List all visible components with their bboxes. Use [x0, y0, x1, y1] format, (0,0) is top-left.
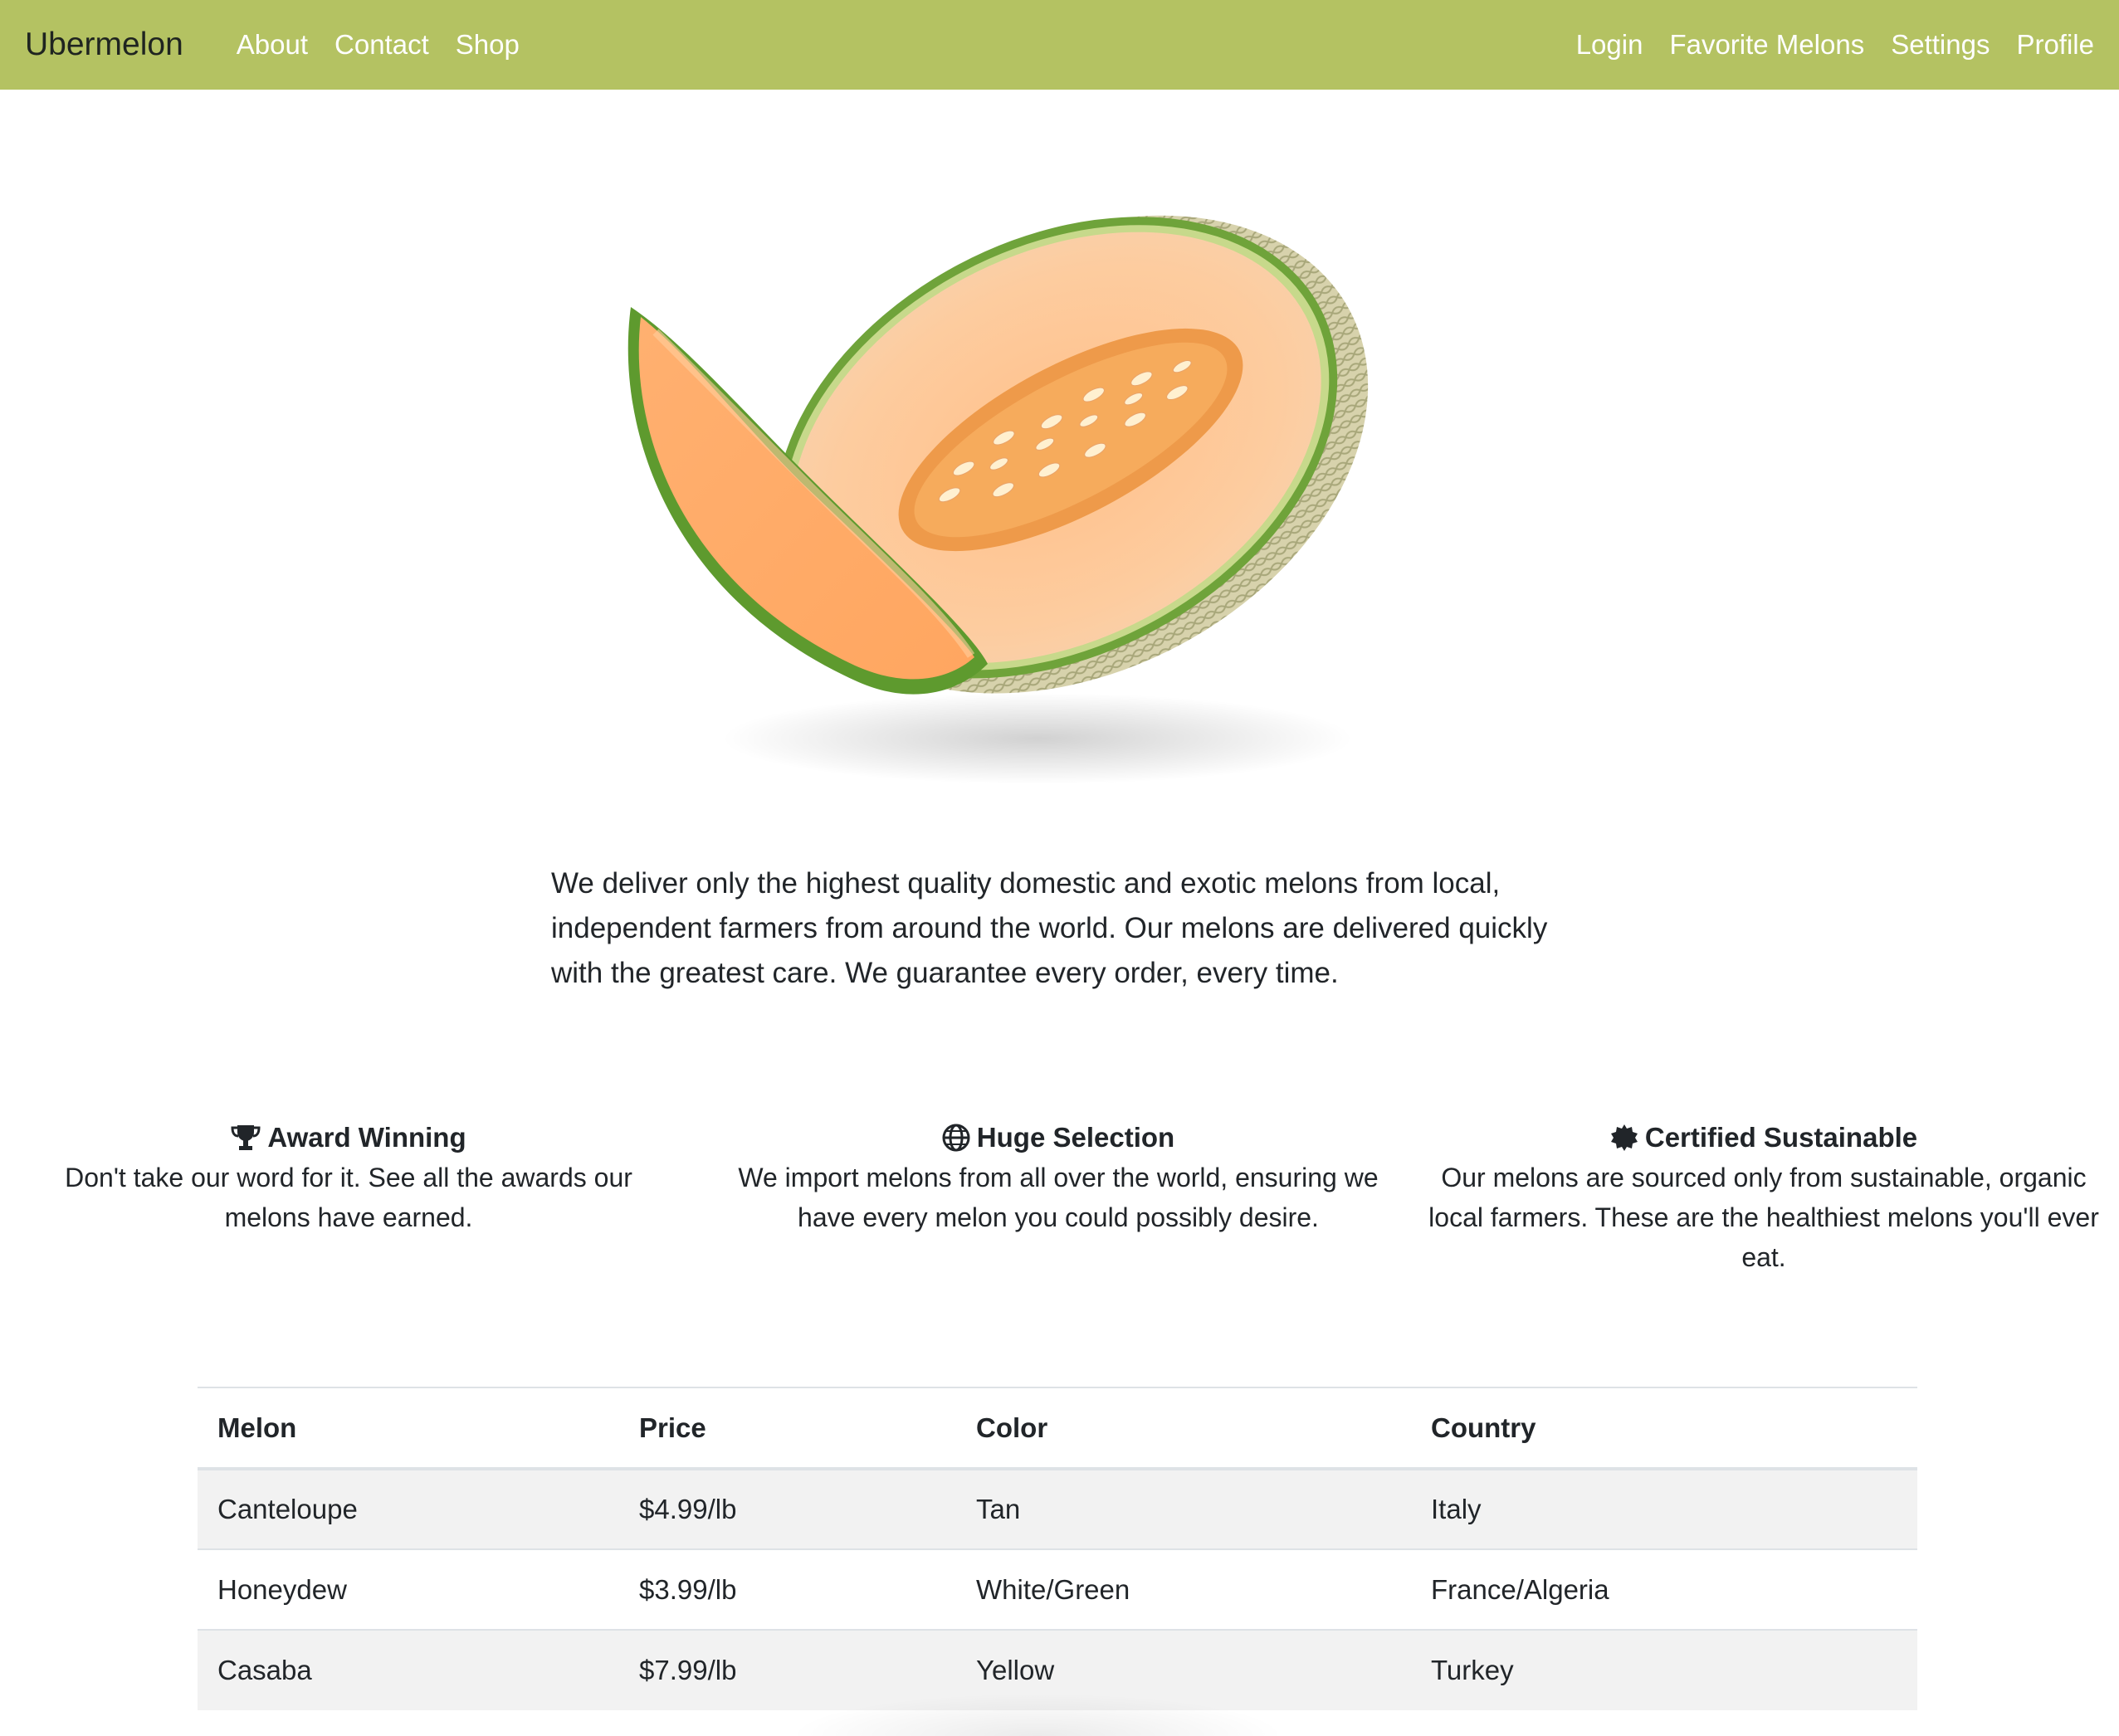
- brand-link[interactable]: Ubermelon: [25, 27, 183, 63]
- cell-country: Italy: [1431, 1494, 1482, 1524]
- nav-link-login[interactable]: Login: [1576, 29, 1643, 61]
- melon-table: Melon Price Color Country Canteloupe $4.…: [198, 1387, 1917, 1710]
- feature-text-award: Don't take our word for it. See all the …: [65, 1163, 632, 1232]
- nav-left: About Contact Shop: [223, 29, 533, 61]
- feature-text-sustainable: Our melons are sourced only from sustain…: [1428, 1163, 2099, 1272]
- feature-award-winning: Award Winning Don't take our word for it…: [50, 1118, 647, 1237]
- nav-link-favorite-melons[interactable]: Favorite Melons: [1669, 29, 1864, 61]
- nav-link-profile[interactable]: Profile: [2016, 29, 2094, 61]
- cell-color: White/Green: [976, 1573, 1130, 1605]
- nav-link-settings[interactable]: Settings: [1891, 29, 1990, 61]
- table-row: Honeydew $3.99/lb White/Green France/Alg…: [198, 1549, 1917, 1630]
- cell-color: Tan: [976, 1494, 1021, 1524]
- cell-country: Turkey: [1431, 1655, 1514, 1685]
- header-color: Color: [976, 1412, 1048, 1443]
- nav-link-shop[interactable]: Shop: [456, 29, 520, 61]
- globe-icon: [942, 1124, 970, 1152]
- table-body: Canteloupe $4.99/lb Tan Italy Honeydew $…: [198, 1469, 1917, 1710]
- cell-price: $4.99/lb: [639, 1494, 737, 1524]
- feature-title-sustainable-text: Certified Sustainable: [1644, 1122, 1918, 1153]
- certificate-icon: [1610, 1124, 1638, 1152]
- bottom-shadow: [789, 1693, 1287, 1736]
- header-melon: Melon: [217, 1412, 297, 1443]
- trophy-icon: [231, 1124, 261, 1152]
- features-row: Award Winning Don't take our word for it…: [0, 1118, 2119, 1284]
- feature-title-sustainable: Certified Sustainable: [1428, 1118, 2100, 1158]
- cell-country: France/Algeria: [1431, 1573, 1609, 1605]
- feature-certified-sustainable: Certified Sustainable Our melons are sou…: [1428, 1118, 2100, 1277]
- cell-melon: Casaba: [217, 1655, 312, 1685]
- feature-title-selection-text: Huge Selection: [976, 1122, 1175, 1153]
- header-price: Price: [639, 1412, 706, 1443]
- feature-huge-selection: Huge Selection We import melons from all…: [722, 1118, 1394, 1237]
- intro-text: We deliver only the highest quality dome…: [551, 867, 1548, 989]
- nav-link-about[interactable]: About: [237, 29, 308, 61]
- cell-price: $3.99/lb: [639, 1573, 737, 1605]
- nav-right: Login Favorite Melons Settings Profile: [1563, 29, 2094, 61]
- cell-melon: Canteloupe: [217, 1494, 358, 1524]
- feature-title-award: Award Winning: [50, 1118, 647, 1158]
- hero-melon-image: [606, 166, 1419, 797]
- feature-title-selection: Huge Selection: [722, 1118, 1394, 1158]
- navbar: Ubermelon About Contact Shop Login Favor…: [0, 0, 2119, 90]
- feature-title-award-text: Award Winning: [267, 1122, 466, 1153]
- feature-text-selection: We import melons from all over the world…: [738, 1163, 1379, 1232]
- table-header-row: Melon Price Color Country: [198, 1387, 1917, 1469]
- table-header: Melon Price Color Country: [198, 1387, 1917, 1469]
- header-country: Country: [1431, 1412, 1536, 1443]
- table-row: Canteloupe $4.99/lb Tan Italy: [198, 1469, 1917, 1549]
- cell-melon: Honeydew: [217, 1573, 347, 1605]
- nav-link-contact[interactable]: Contact: [334, 29, 429, 61]
